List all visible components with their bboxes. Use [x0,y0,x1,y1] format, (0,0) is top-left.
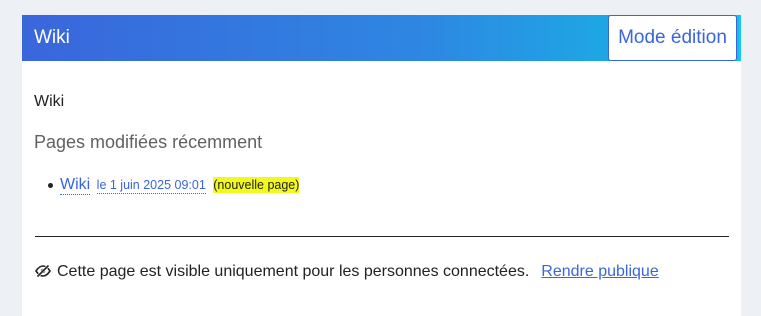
list-item: Wiki le 1 juin 2025 09:01 (nouvelle page… [48,175,300,195]
new-page-badge: (nouvelle page) [213,177,300,193]
recent-pages-title: Pages modifiées récemment [34,132,263,152]
visibility-text: Cette page est visible uniquement pour l… [57,263,530,280]
edit-mode-button[interactable]: Mode édition [608,15,737,61]
recent-page-link[interactable]: Wiki [60,176,91,195]
recent-pages-list: Wiki le 1 juin 2025 09:01 (nouvelle page… [48,175,300,195]
recent-page-date-link[interactable]: le 1 juin 2025 09:01 [96,178,206,194]
bullet-icon [48,183,53,188]
wiki-header: Wiki Mode édition [22,15,741,61]
visibility-notice: Cette page est visible uniquement pour l… [35,263,659,285]
page-heading: Wiki [34,93,65,110]
make-public-link[interactable]: Rendre publique [541,263,658,280]
divider [35,236,729,237]
header-title: Wiki [34,27,70,48]
wiki-card: Wiki Mode édition Wiki Pages modifiées r… [22,15,741,316]
eye-slash-icon [35,264,51,278]
